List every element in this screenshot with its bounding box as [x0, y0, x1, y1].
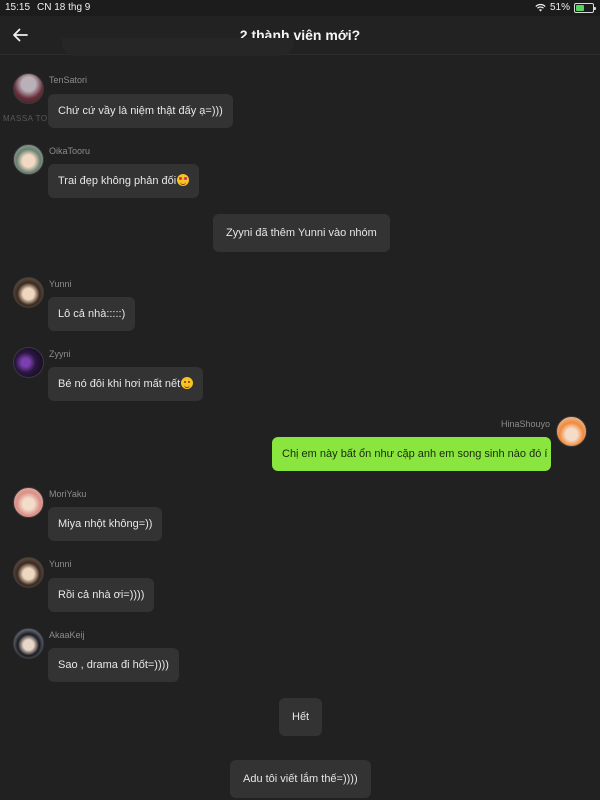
status-date: CN 18 thg 9 — [37, 2, 91, 13]
message-bubble[interactable]: Sao , drama đi hốt=)))) — [48, 648, 179, 682]
avatar-akaakeij[interactable] — [13, 628, 44, 659]
message-bubble[interactable]: Bé nó đôi khi hơi mất nết — [48, 367, 204, 401]
battery-percent: 51% — [549, 2, 570, 13]
system-message: Zyyni đã thêm Yunni vào nhóm — [213, 214, 390, 252]
message-bubble[interactable]: Trai đẹp không phản đối — [48, 164, 200, 198]
sender-name: TenSatori — [49, 75, 88, 85]
system-text: Adu tôi viết lắm thế=)))) — [243, 773, 358, 785]
message-text: Chứ cứ vầy là niệm thật đấy ạ=))) — [58, 105, 223, 117]
sender-name: MoriYaku — [49, 489, 87, 499]
message-bubble[interactable]: Chứ cứ vầy là niệm thật đấy ạ=))) — [48, 94, 233, 128]
message-bubble[interactable]: Lô cả nhà:::::) — [48, 297, 136, 331]
avatar-yunni[interactable] — [13, 277, 44, 308]
sender-name: Zyyni — [49, 349, 71, 359]
heart-eyes-emoji-icon — [177, 174, 190, 186]
message-text: Trai đẹp không phản đối — [58, 175, 177, 187]
message-text: Chị em này bất ổn như cặp anh em song si… — [282, 448, 548, 460]
status-bar: 15:15 CN 18 thg 9 51% — [0, 0, 600, 16]
avatar-moriyaku[interactable] — [13, 487, 44, 518]
avatar-oikatooru[interactable] — [13, 144, 44, 175]
system-message: Adu tôi viết lắm thế=)))) — [230, 760, 371, 798]
sender-name: AkaaKeij — [49, 630, 85, 640]
sender-name: Yunni — [49, 279, 72, 289]
chat-screen: 15:15 CN 18 thg 9 51% 2 thành viên mới? … — [0, 0, 600, 800]
status-indicators: 51% — [535, 2, 596, 13]
message-text: Bé nó đôi khi hơi mất nết — [58, 378, 181, 390]
message-text: Sao , drama đi hốt=)))) — [58, 659, 169, 671]
avatar-yunni[interactable] — [13, 557, 44, 588]
status-time: 15:15 — [5, 2, 31, 13]
message-text: Miya nhột không=)) — [58, 518, 153, 530]
scrolled-message-ghost — [62, 38, 294, 56]
sender-name: OikaTooru — [49, 146, 91, 156]
avatar-hinashouyo[interactable] — [556, 416, 587, 447]
sender-name: Yunni — [49, 559, 72, 569]
message-text: Lô cả nhà:::::) — [58, 308, 126, 320]
message-bubble[interactable]: Rồi cả nhà ơi=)))) — [48, 578, 155, 612]
own-message-bubble[interactable]: Chị em này bất ổn như cặp anh em song si… — [272, 437, 551, 471]
system-text: Zyyni đã thêm Yunni vào nhóm — [226, 227, 377, 239]
wifi-icon — [535, 4, 546, 12]
smile-emoji-icon — [181, 377, 194, 389]
sender-name: HinaShouyo — [500, 419, 550, 429]
avatar-tensatori[interactable] — [13, 73, 44, 104]
battery-level — [576, 4, 585, 11]
message-text: Rồi cả nhà ơi=)))) — [58, 589, 145, 601]
battery-icon — [574, 2, 596, 13]
avatar-zyyni[interactable] — [13, 347, 44, 378]
message-bubble[interactable]: Miya nhột không=)) — [48, 507, 163, 541]
system-text: Hết — [292, 711, 310, 723]
system-message: Hết — [279, 698, 323, 736]
